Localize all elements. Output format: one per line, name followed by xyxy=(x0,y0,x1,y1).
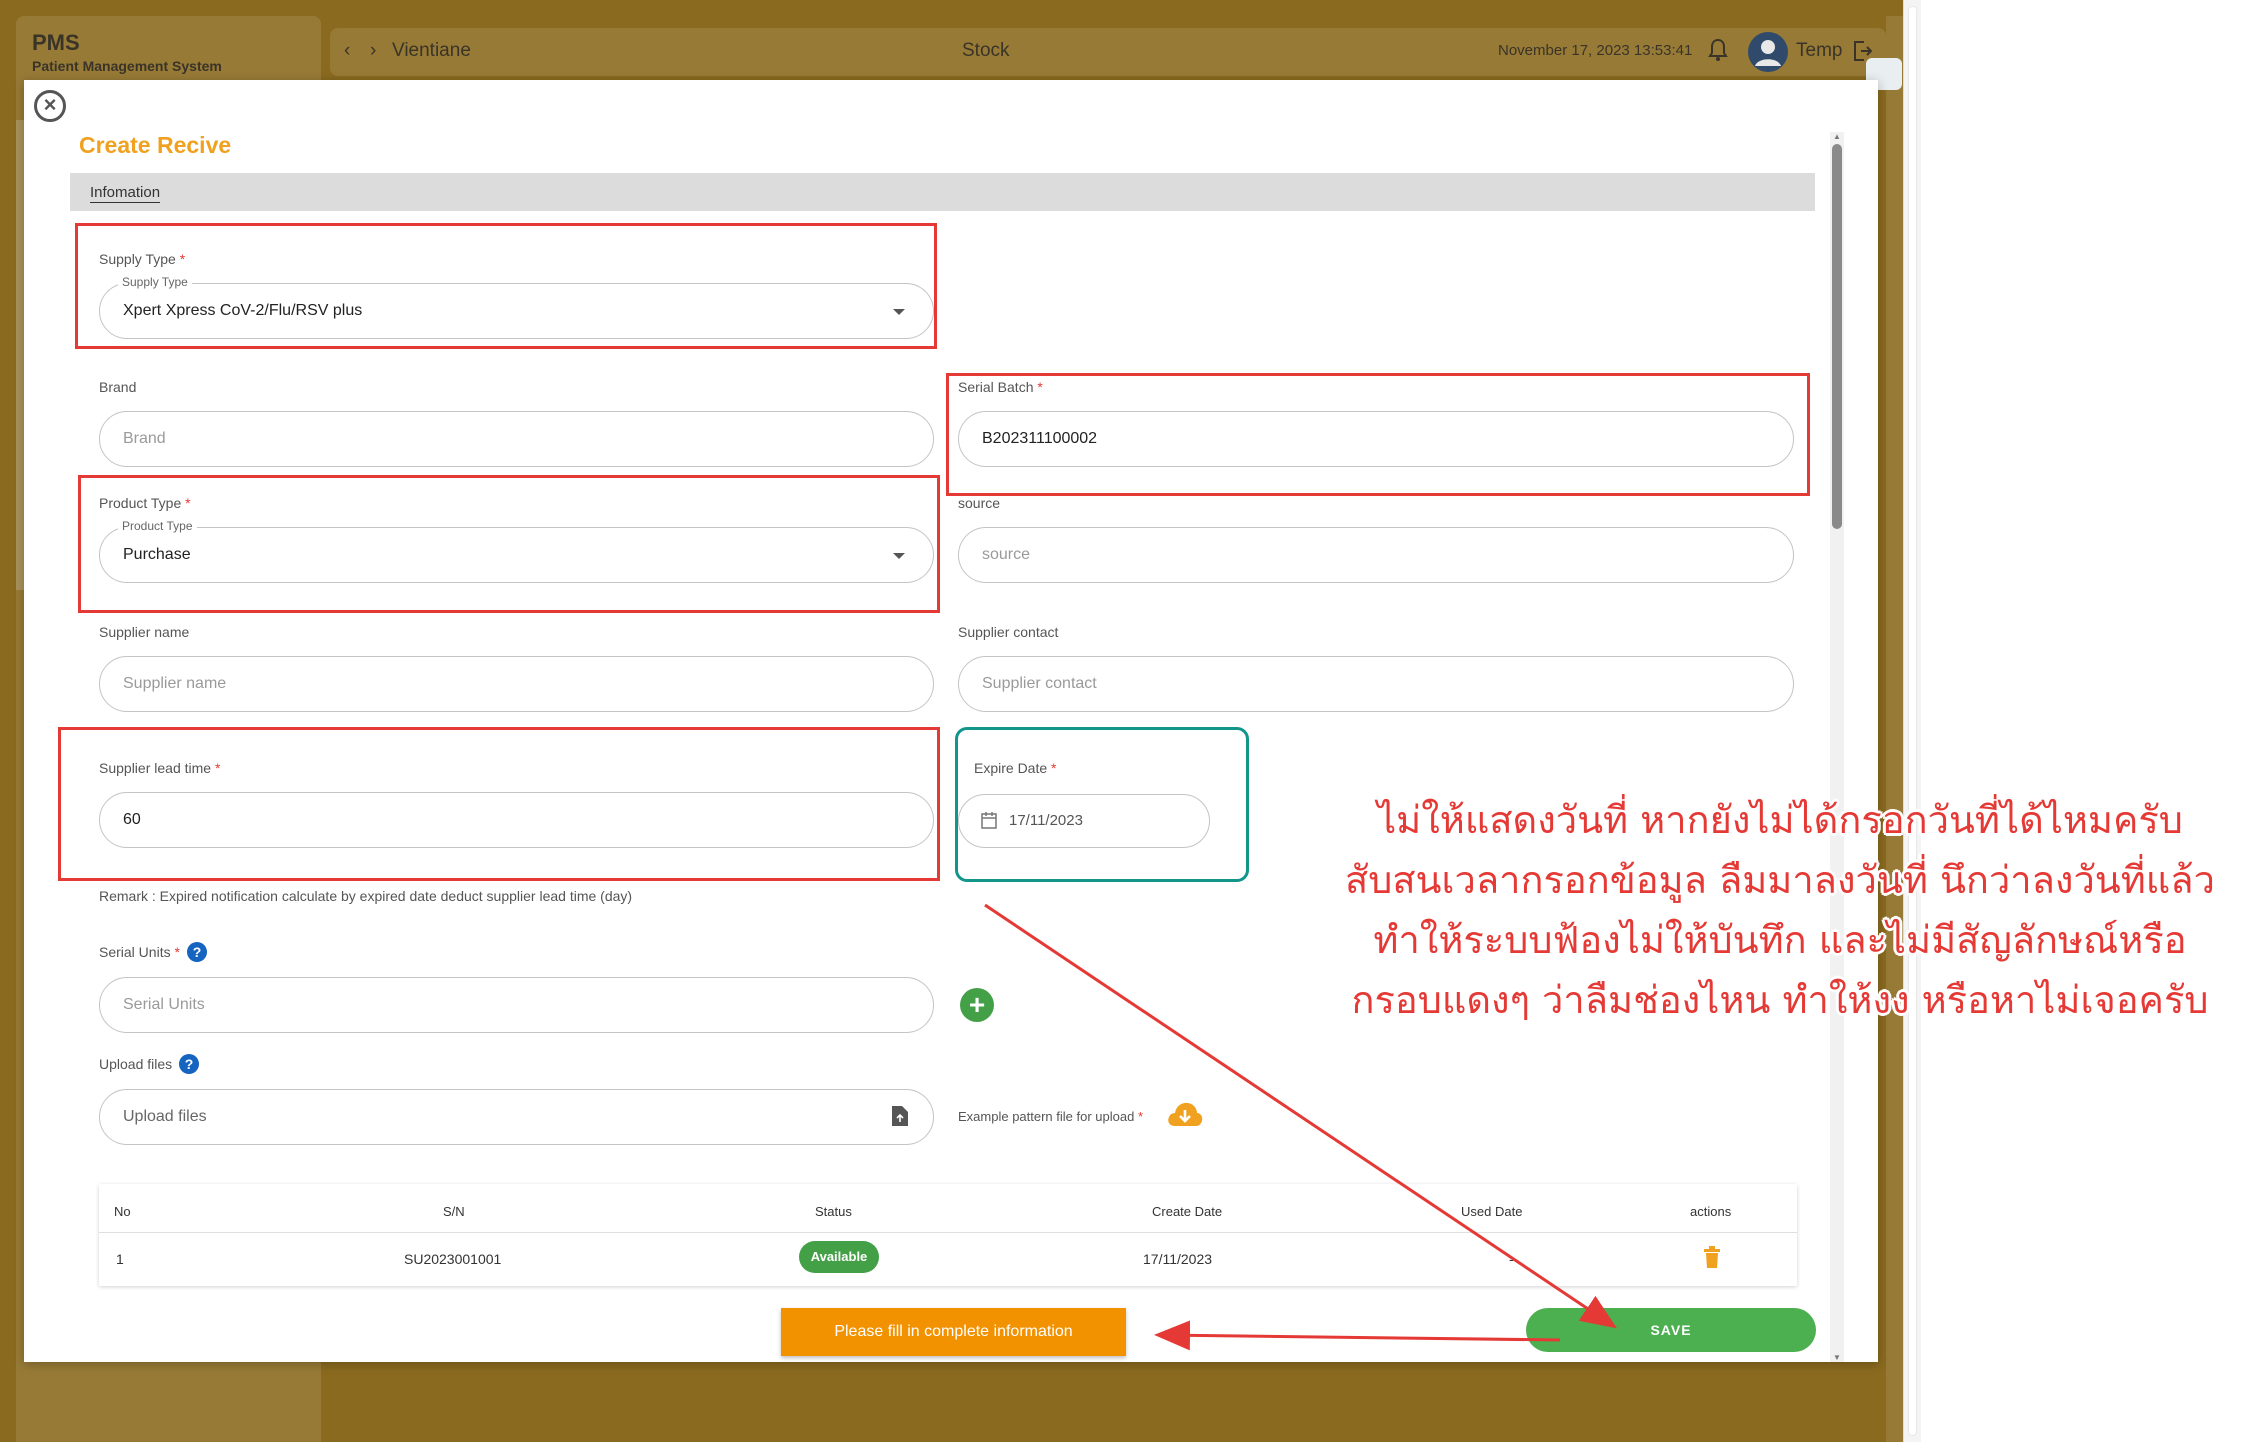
example-pattern-label: Example pattern file for upload * xyxy=(958,1109,1144,1124)
serial-units-label: Serial Units * xyxy=(99,944,180,960)
annotation-line: สับสนเวลากรอกข้อมูล ลืมมาลงวันที่ นึกว่า… xyxy=(1345,858,2215,902)
annotation-line: กรอบแดงๆ ว่าลืมช่องไหน ทำให้งง หรือหาไม่… xyxy=(1351,978,2209,1022)
serial-units-placeholder: Serial Units xyxy=(123,996,205,1013)
table-divider xyxy=(99,1232,1797,1233)
help-icon[interactable]: ? xyxy=(179,1054,199,1074)
brand-input[interactable]: Brand xyxy=(99,411,934,467)
upload-files-label: Upload files xyxy=(99,1056,173,1072)
table-header-used-date: Used Date xyxy=(1461,1204,1523,1219)
modal-title: Create Recive xyxy=(79,132,232,158)
highlight-box-serial-batch xyxy=(946,373,1810,496)
trash-icon[interactable] xyxy=(1703,1246,1721,1268)
upload-files-input[interactable]: Upload files xyxy=(99,1089,934,1145)
supplier-contact-label: Supplier contact xyxy=(958,624,1059,640)
cell-used-date: - xyxy=(1509,1251,1514,1267)
supplier-name-label: Supplier name xyxy=(99,624,190,640)
source-label: source xyxy=(958,495,1001,511)
serial-units-table: No S/N Status Create Date Used Date acti… xyxy=(99,1184,1797,1286)
table-header-status: Status xyxy=(815,1204,852,1219)
brand-label: Brand xyxy=(99,379,137,395)
save-button[interactable]: SAVE xyxy=(1526,1308,1816,1352)
bell-icon[interactable] xyxy=(1708,38,1728,68)
scroll-up-icon[interactable]: ▲ xyxy=(1833,132,1841,141)
table-header-no: No xyxy=(114,1204,131,1219)
location-label: Vientiane xyxy=(392,40,471,61)
annotation-line: ทำให้ระบบฟ้องไม่ให้บันทึก และไม่มีสัญลัก… xyxy=(1373,918,2187,962)
cell-sn: SU2023001001 xyxy=(404,1251,502,1267)
highlight-box-expire-date xyxy=(955,727,1249,882)
modal-scrollbar-thumb[interactable] xyxy=(1832,144,1842,529)
page-title: Stock xyxy=(962,40,1010,61)
supplier-contact-input[interactable]: Supplier contact xyxy=(958,656,1794,712)
status-badge: Available xyxy=(799,1241,879,1273)
file-upload-icon[interactable] xyxy=(892,1106,908,1131)
help-icon[interactable]: ? xyxy=(187,942,207,962)
annotation-line: ไม่ให้แสดงวันที่ หากยังไม่ได้กรอกวันที่ไ… xyxy=(1377,798,2183,842)
table-header-create-date: Create Date xyxy=(1152,1204,1223,1219)
highlight-box-product-type xyxy=(78,475,940,613)
highlight-box-supply-type xyxy=(75,223,937,349)
upload-files-placeholder: Upload files xyxy=(123,1108,207,1125)
user-name: Temp xyxy=(1796,40,1843,61)
brand-placeholder: Brand xyxy=(123,430,166,447)
page-scrollbar[interactable] xyxy=(1903,0,1921,1442)
sidebar-edge xyxy=(16,120,24,590)
close-icon[interactable]: × xyxy=(34,90,66,122)
page-scrollbar-thumb[interactable] xyxy=(1908,6,1917,1436)
source-placeholder: source xyxy=(982,546,1031,563)
tab-bar: Infomation xyxy=(70,173,1815,211)
supplier-name-input[interactable]: Supplier name xyxy=(99,656,934,712)
serial-units-input[interactable]: Serial Units xyxy=(99,977,934,1033)
create-receive-modal: × Create Recive Infomation Supply Type *… xyxy=(24,80,1878,1362)
right-strip xyxy=(1886,16,1903,1442)
remark-text: Remark : Expired notification calculate … xyxy=(99,888,633,904)
source-input[interactable]: source xyxy=(958,527,1794,583)
datetime-label: November 17, 2023 13:53:41 xyxy=(1498,42,1693,59)
annotation-text: ไม่ให้แสดงวันที่ หากยังไม่ได้กรอกวันที่ไ… xyxy=(1330,790,2230,1030)
table-header-sn: S/N xyxy=(443,1204,465,1219)
avatar[interactable] xyxy=(1748,32,1788,78)
error-toast: Please fill in complete information xyxy=(781,1308,1126,1356)
app-subtitle: Patient Management System xyxy=(32,58,222,74)
highlight-box-lead-time xyxy=(58,727,940,881)
scroll-down-icon[interactable]: ▼ xyxy=(1833,1353,1841,1362)
app-brand: PMS xyxy=(32,30,80,55)
add-serial-unit-button[interactable]: + xyxy=(960,988,994,1022)
cell-create-date: 17/11/2023 xyxy=(1143,1251,1213,1267)
table-header-actions: actions xyxy=(1690,1204,1732,1219)
tab-information[interactable]: Infomation xyxy=(90,184,161,203)
chevron-right-icon[interactable]: › xyxy=(370,40,376,62)
supplier-name-placeholder: Supplier name xyxy=(123,675,227,692)
cloud-download-icon[interactable] xyxy=(1166,1100,1204,1133)
top-bar: ‹ › Vientiane Stock November 17, 2023 13… xyxy=(330,28,1886,76)
cell-no: 1 xyxy=(116,1251,124,1267)
supplier-contact-placeholder: Supplier contact xyxy=(982,675,1097,692)
chevron-left-icon[interactable]: ‹ xyxy=(344,40,350,62)
modal-scrollbar[interactable]: ▲ ▼ xyxy=(1830,132,1844,1362)
